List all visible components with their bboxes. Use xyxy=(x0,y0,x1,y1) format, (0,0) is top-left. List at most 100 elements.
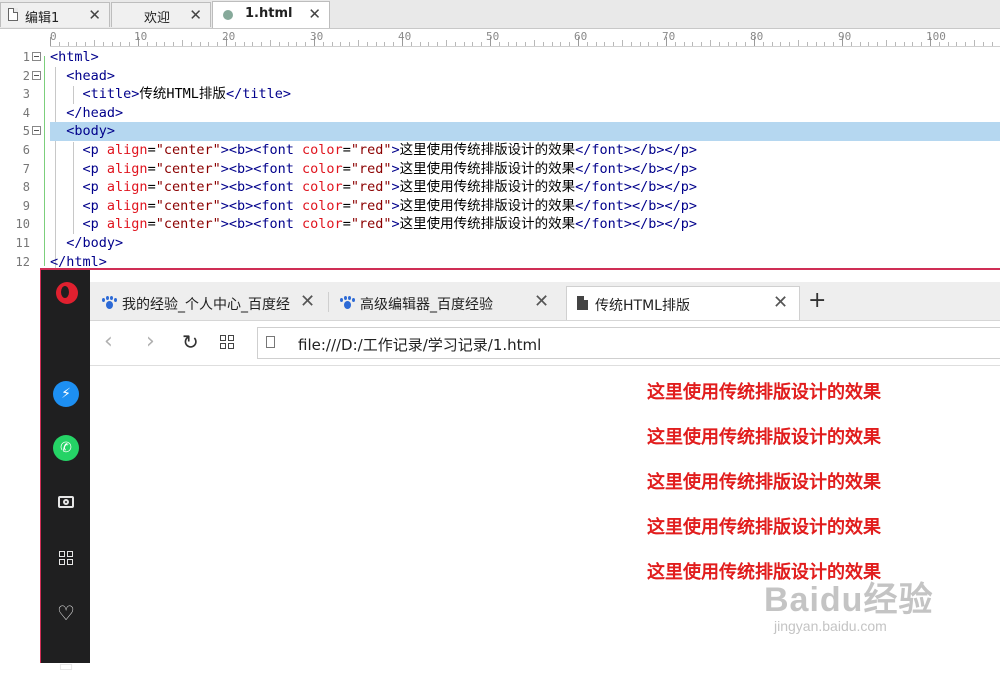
ruler-label: 100 xyxy=(926,30,946,43)
browser-tab-my-experience[interactable]: 我的经验_个人中心_百度经 ✕ xyxy=(94,286,324,320)
ruler-tick xyxy=(111,42,113,46)
fold-toggle-icon[interactable] xyxy=(32,126,41,136)
ruler-tick xyxy=(965,42,967,46)
close-icon[interactable]: ✕ xyxy=(88,6,101,24)
ruler-tick xyxy=(648,42,650,46)
ruler-tick xyxy=(419,42,421,46)
ruler-tick xyxy=(921,42,923,46)
line-number: 11 xyxy=(15,236,30,250)
close-icon[interactable]: ✕ xyxy=(189,6,202,24)
ruler-tick xyxy=(173,42,175,46)
ruler-tick xyxy=(692,42,694,46)
editor-tab-1html[interactable]: 1.html ✕ xyxy=(212,1,330,28)
line-number: 4 xyxy=(22,105,30,120)
browser-tab-advanced-editor[interactable]: 高级编辑器_百度经验 ✕ xyxy=(332,286,562,320)
ruler-label: 20 xyxy=(222,30,236,43)
new-tab-button[interactable]: + xyxy=(808,288,826,313)
line-number: 10 xyxy=(15,217,30,232)
line-number-gutter: 1 2 3 4 5 6 7 8 9 10 11 12 xyxy=(0,48,50,270)
ruler-tick xyxy=(428,42,430,46)
ruler-tick xyxy=(991,42,993,46)
ruler-tick xyxy=(701,42,703,46)
ruler-tick xyxy=(85,42,87,46)
code-line: <head> xyxy=(66,67,116,84)
close-icon[interactable]: ✕ xyxy=(308,5,321,23)
ruler-tick xyxy=(613,42,615,46)
ruler-label: 0 xyxy=(50,30,57,43)
browser-sidebar: ⚡ ✆ ♡ ▭ xyxy=(40,270,90,675)
ruler-tick xyxy=(560,42,562,46)
reload-icon[interactable]: ↻ xyxy=(182,331,199,353)
ruler-tick xyxy=(859,42,861,46)
line-number: 5 xyxy=(22,124,30,139)
close-icon[interactable]: ✕ xyxy=(300,291,315,312)
code-area[interactable]: <html> <head> <title>传统HTML排版</title> </… xyxy=(50,48,1000,272)
code-line: </head> xyxy=(66,104,124,121)
fold-toggle-icon[interactable] xyxy=(32,52,41,61)
ruler-tick xyxy=(261,42,263,46)
tabs-grid-icon[interactable] xyxy=(220,335,236,351)
ruler-tick xyxy=(446,40,447,46)
speed-dial-icon[interactable] xyxy=(53,545,79,571)
heart-icon[interactable]: ♡ xyxy=(53,600,79,626)
tab-separator xyxy=(328,292,329,312)
ruler-tick xyxy=(868,42,870,46)
ruler-tick xyxy=(208,42,210,46)
whatsapp-icon[interactable]: ✆ xyxy=(53,435,79,461)
ruler-tick xyxy=(217,42,219,46)
ruler-tick xyxy=(190,42,192,46)
ruler-tick xyxy=(903,42,905,46)
file-icon xyxy=(266,336,275,348)
forward-icon[interactable]: › xyxy=(146,331,155,353)
code-line: <p align="center"><b><font color="red">这… xyxy=(82,142,698,158)
ruler-tick xyxy=(393,42,395,46)
line-number: 7 xyxy=(22,161,30,176)
ruler-tick xyxy=(305,42,307,46)
editor-tab-edit1[interactable]: 编辑1 ✕ xyxy=(0,2,110,27)
modified-dot-icon xyxy=(223,10,233,20)
ruler-tick xyxy=(727,42,729,46)
ruler-label: 10 xyxy=(134,30,148,43)
ruler-tick xyxy=(287,42,289,46)
ruler-tick xyxy=(877,42,879,46)
ruler-tick xyxy=(736,42,738,46)
ruler-tick xyxy=(833,42,835,46)
line-number: 2 xyxy=(22,68,30,83)
history-icon[interactable]: ▭ xyxy=(53,653,79,679)
editor-tab-welcome[interactable]: 欢迎 ✕ xyxy=(111,2,211,27)
ruler-tick xyxy=(331,42,333,46)
fold-toggle-icon[interactable] xyxy=(32,70,41,80)
ruler-tick xyxy=(472,42,474,46)
address-bar[interactable]: file:///D:/工作记录/学习记录/1.html xyxy=(257,327,1000,359)
ruler-tick xyxy=(252,42,254,46)
opera-logo-icon[interactable] xyxy=(56,282,78,304)
ruler-tick xyxy=(340,42,342,46)
ruler-tick xyxy=(974,40,975,46)
column-ruler: 0 10 20 30 40 50 60 70 80 90 100 xyxy=(50,30,1000,47)
messenger-icon[interactable]: ⚡ xyxy=(53,381,79,407)
line-number: 1 xyxy=(22,50,30,64)
page-icon xyxy=(577,296,588,310)
close-icon[interactable]: ✕ xyxy=(773,292,788,313)
browser-tab-traditional-html[interactable]: 传统HTML排版 ✕ xyxy=(566,286,800,320)
ruler-tick xyxy=(745,42,747,46)
ruler-label: 90 xyxy=(838,30,852,43)
editor-tab-label: 编辑1 xyxy=(25,11,60,26)
back-icon[interactable]: ‹ xyxy=(104,331,113,353)
ruler-tick xyxy=(366,42,368,46)
ruler-label: 40 xyxy=(398,30,412,43)
ruler-tick xyxy=(349,42,351,46)
ruler-label: 60 xyxy=(574,30,588,43)
ruler-tick xyxy=(164,42,166,46)
centered-red-paragraph: 这里使用传统排版设计的效果 xyxy=(647,472,881,493)
ruler-tick xyxy=(67,42,69,46)
centered-red-paragraph: 这里使用传统排版设计的效果 xyxy=(647,517,881,538)
ruler-tick xyxy=(551,42,553,46)
editor-tab-label: 1.html xyxy=(245,6,293,21)
camera-icon[interactable] xyxy=(53,489,79,515)
ruler-tick xyxy=(454,42,456,46)
centered-red-paragraph: 这里使用传统排版设计的效果 xyxy=(647,382,881,403)
close-icon[interactable]: ✕ xyxy=(534,291,549,312)
code-line: <p align="center"><b><font color="red">这… xyxy=(82,197,698,214)
ruler-tick xyxy=(384,42,386,46)
